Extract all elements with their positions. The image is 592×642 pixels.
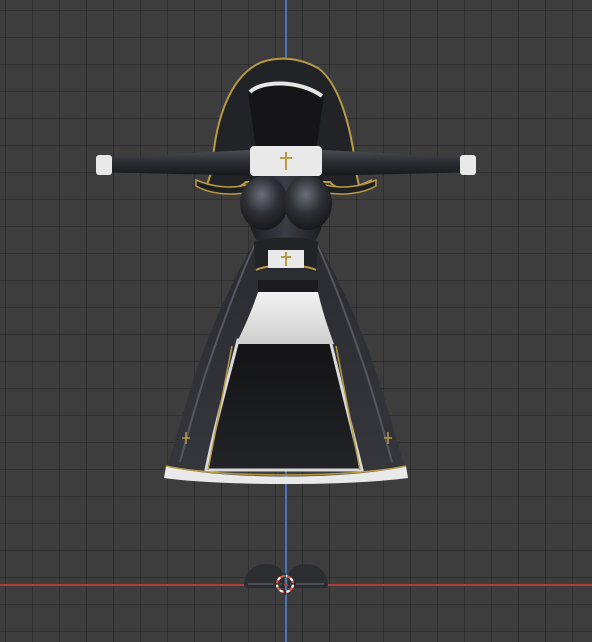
3d-viewport[interactable]: [0, 0, 592, 642]
right-cuff: [460, 155, 476, 175]
collar: [250, 146, 322, 176]
left-cuff: [96, 155, 112, 175]
skirt: [164, 237, 408, 484]
bust-left: [240, 176, 288, 230]
bust-right: [284, 176, 332, 230]
3d-cursor-icon[interactable]: [274, 573, 296, 595]
character-model[interactable]: [0, 0, 592, 642]
